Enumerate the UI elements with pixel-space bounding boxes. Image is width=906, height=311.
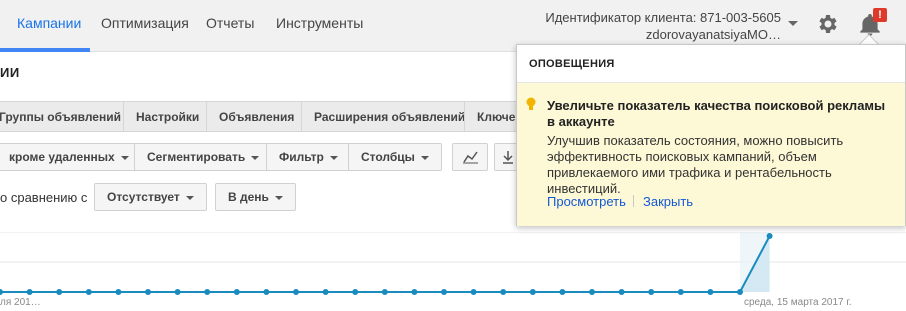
data-point: [322, 289, 329, 295]
chevron-down-icon: [251, 155, 260, 160]
chevron-down-icon: [185, 195, 194, 200]
gear-icon[interactable]: [815, 12, 839, 36]
chevron-down-icon: [329, 155, 338, 160]
data-point: [204, 289, 211, 295]
data-point: [618, 289, 625, 295]
data-point: [411, 289, 418, 295]
data-point: [470, 289, 477, 295]
line-chart-icon: [463, 151, 478, 164]
data-point: [233, 289, 240, 295]
x-axis-label-start: ля 201…: [0, 297, 41, 308]
data-point: [500, 289, 507, 295]
data-point: [352, 289, 359, 295]
popup-header: ОПОВЕЩЕНИЯ: [517, 45, 905, 83]
chevron-down-icon: [420, 155, 429, 160]
data-point: [441, 289, 447, 295]
segment-label: Сегментировать: [147, 150, 246, 164]
status-filter-button[interactable]: кроме удаленных: [0, 143, 142, 171]
segment-button[interactable]: Сегментировать: [134, 143, 273, 171]
nav-campaigns[interactable]: Кампании: [17, 15, 81, 31]
chart-toggle-button[interactable]: [452, 143, 488, 171]
columns-label: Столбцы: [361, 150, 415, 164]
data-point: [707, 289, 714, 295]
data-point: [737, 289, 743, 295]
data-point: [115, 289, 122, 295]
tab-ad-extensions[interactable]: Расширения объявлений: [301, 101, 479, 132]
compare-select[interactable]: Отсутствует: [94, 183, 207, 211]
data-point: [263, 289, 270, 295]
tab-settings[interactable]: Настройки: [123, 101, 213, 132]
columns-button[interactable]: Столбцы: [348, 143, 442, 171]
tab-ads[interactable]: Объявления: [206, 101, 308, 132]
close-link[interactable]: Закрыть: [643, 194, 693, 209]
status-filter-label: кроме удаленных: [9, 150, 115, 164]
link-divider: [633, 195, 634, 207]
data-point: [85, 289, 92, 295]
data-point: [677, 289, 684, 295]
chevron-down-icon[interactable]: [788, 21, 798, 26]
nav-optimization[interactable]: Оптимизация: [101, 15, 189, 31]
nav-reports[interactable]: Отчеты: [206, 15, 254, 31]
client-id: Идентификатор клиента: 871-003-5605: [545, 10, 781, 25]
data-point: [648, 289, 655, 295]
chevron-down-icon: [274, 195, 283, 200]
view-link[interactable]: Просмотреть: [547, 194, 626, 209]
data-point: [559, 289, 566, 295]
notification-text: Улучшив показатель состояния, можно повы…: [547, 133, 844, 196]
period-value: В день: [228, 190, 269, 204]
performance-chart: ля 201… среда, 15 марта 2017 г.: [0, 232, 906, 308]
filter-button[interactable]: Фильтр: [266, 143, 351, 171]
data-point: [145, 289, 151, 295]
data-point: [26, 289, 33, 295]
data-point: [529, 289, 536, 295]
period-select[interactable]: В день: [215, 183, 296, 211]
data-point: [766, 233, 773, 239]
series-line: [0, 235, 771, 293]
active-tab-underline: [0, 48, 90, 52]
data-point: [381, 289, 388, 295]
data-point: [174, 289, 181, 295]
compare-value: Отсутствует: [107, 190, 180, 204]
page-title: ИИ: [0, 65, 20, 80]
data-point: [589, 289, 595, 295]
account-switcher[interactable]: Идентификатор клиента: 871-003-5605 zdor…: [545, 9, 781, 43]
chevron-down-icon: [120, 155, 129, 160]
notification-badge: !: [873, 8, 887, 22]
lightbulb-icon: [526, 97, 536, 110]
notification-title: Увеличьте показатель качества поисковой …: [547, 98, 886, 129]
nav-tools[interactable]: Инструменты: [276, 15, 363, 31]
data-point: [293, 289, 299, 295]
data-point: [56, 289, 63, 295]
compare-label: о сравнению с: [0, 190, 88, 205]
data-point: [0, 289, 3, 295]
x-axis-label-end: среда, 15 марта 2017 г.: [744, 297, 852, 308]
tab-ad-groups[interactable]: Группы объявлений: [0, 101, 134, 132]
account-email: zdorovayanatsiyaMO…: [645, 27, 781, 42]
filter-label: Фильтр: [279, 150, 324, 164]
